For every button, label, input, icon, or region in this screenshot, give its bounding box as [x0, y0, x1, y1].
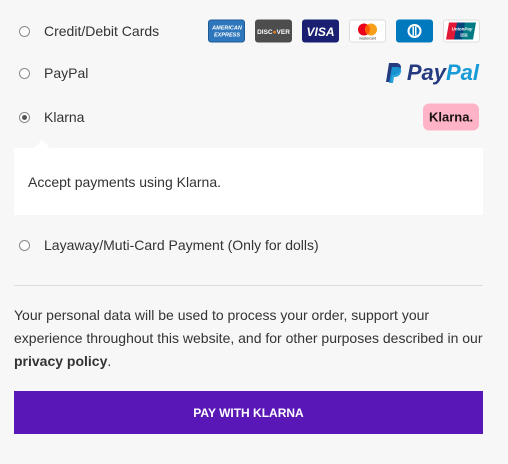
klarna-badge-icon: Klarna. — [423, 103, 479, 131]
payment-option-paypal[interactable]: PayPal PayPal — [14, 53, 484, 93]
diners-club-icon — [396, 19, 433, 43]
discover-icon: DISC●VER — [255, 19, 292, 43]
card-logos: AMERICAN EXPRESS DISC●VER VISA mastercar… — [208, 19, 480, 43]
svg-text:银联: 银联 — [460, 32, 468, 38]
paypal-wordmark: PayPal — [406, 60, 479, 85]
amex-icon: AMERICAN EXPRESS — [208, 19, 245, 43]
privacy-end: . — [107, 353, 112, 369]
cards-label: Credit/Debit Cards — [44, 23, 160, 39]
payment-option-layaway[interactable]: Layaway/Muti-Card Payment (Only for doll… — [14, 225, 484, 265]
svg-text:AMERICAN: AMERICAN — [212, 26, 242, 32]
svg-text:UnionPay: UnionPay — [452, 27, 473, 32]
visa-icon: VISA — [302, 19, 339, 43]
klarna-radio[interactable] — [19, 111, 30, 123]
mastercard-icon: mastercard — [349, 19, 386, 43]
klarna-label: Klarna — [44, 109, 85, 125]
unionpay-icon: UnionPay 银联 — [443, 19, 480, 43]
svg-text:DISC●VER: DISC●VER — [257, 29, 290, 36]
layaway-label: Layaway/Muti-Card Payment (Only for doll… — [44, 237, 319, 253]
privacy-policy-link[interactable]: privacy policy — [14, 353, 107, 369]
cards-radio[interactable] — [19, 25, 30, 37]
klarna-description-box: Accept payments using Klarna. — [14, 140, 483, 215]
divider — [14, 285, 483, 286]
paypal-label: PayPal — [44, 65, 89, 81]
privacy-notice: Your personal data will be used to proce… — [14, 304, 484, 373]
paypal-p-icon — [385, 63, 401, 83]
paypal-radio[interactable] — [19, 67, 30, 79]
pay-with-klarna-button[interactable]: PAY WITH KLARNA — [14, 391, 483, 434]
svg-text:EXPRESS: EXPRESS — [214, 33, 240, 39]
svg-text:VISA: VISA — [306, 25, 334, 39]
payment-option-cards[interactable]: Credit/Debit Cards AMERICAN EXPRESS DISC… — [14, 11, 484, 51]
payment-option-klarna[interactable]: Klarna Klarna. — [14, 97, 484, 137]
svg-text:mastercard: mastercard — [359, 37, 377, 41]
privacy-text: Your personal data will be used to proce… — [14, 307, 483, 346]
layaway-radio[interactable] — [19, 239, 30, 251]
paypal-logo: PayPal — [385, 60, 479, 86]
klarna-description: Accept payments using Klarna. — [28, 174, 221, 190]
